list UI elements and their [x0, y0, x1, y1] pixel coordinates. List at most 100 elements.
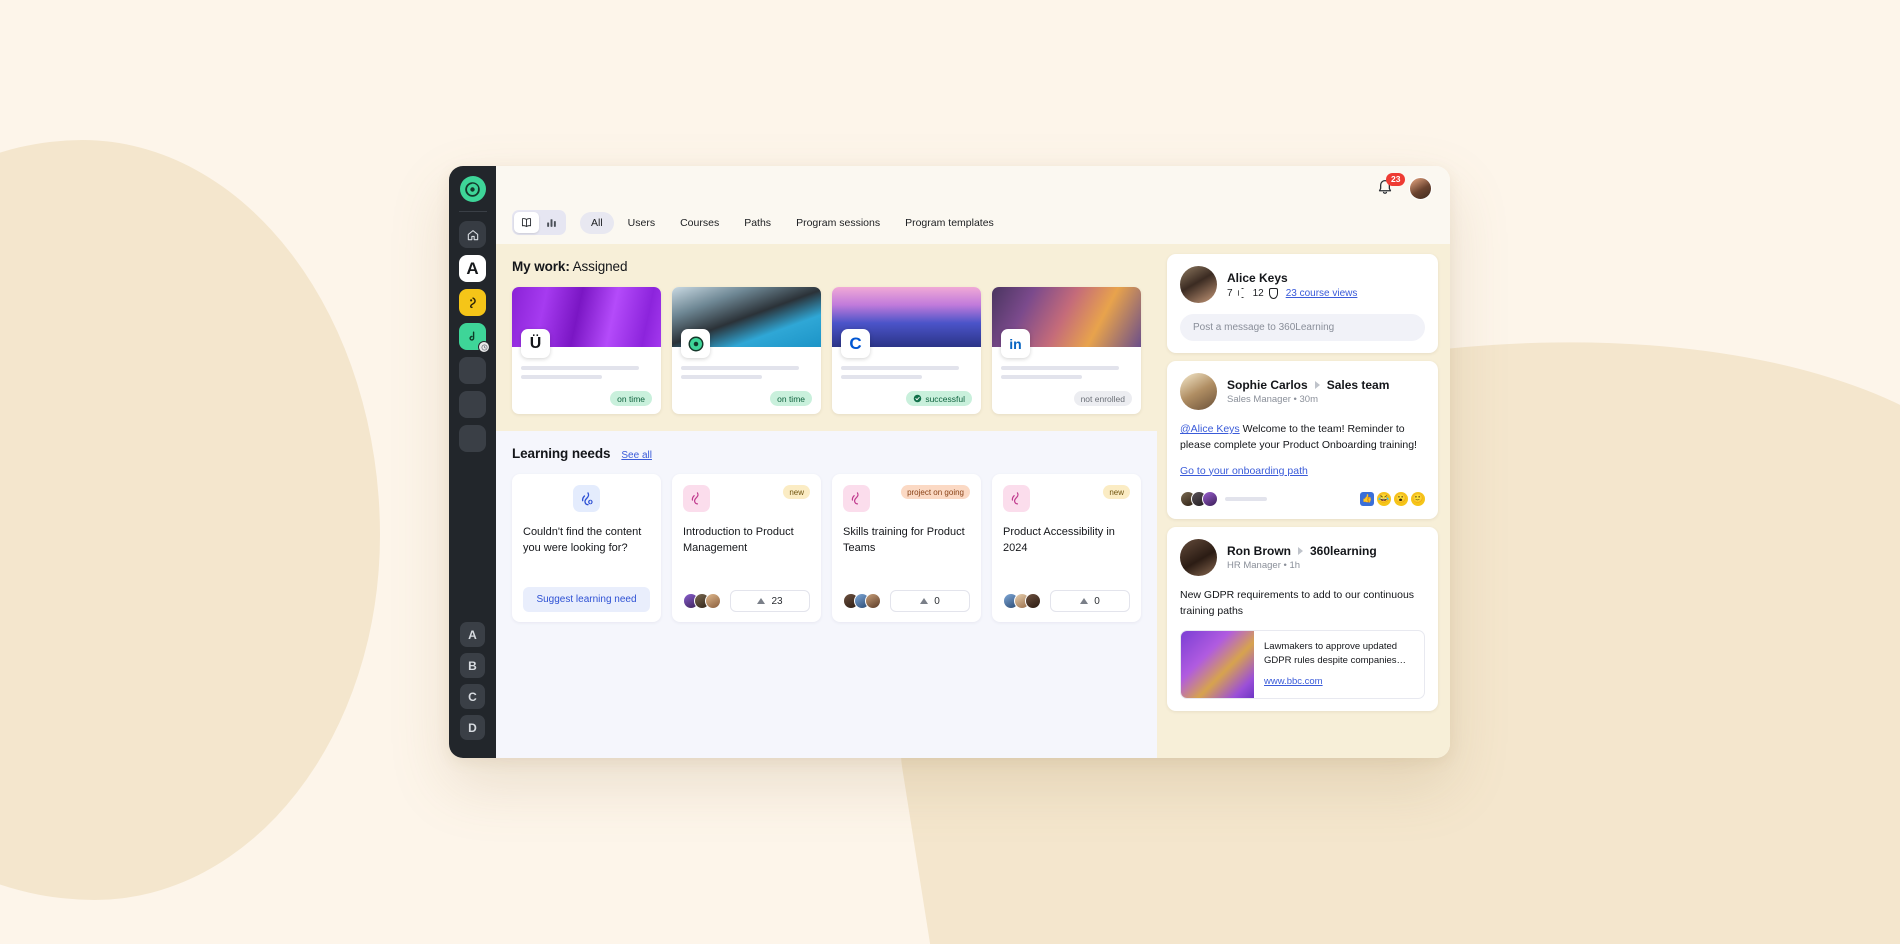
my-work-title-rest: Assigned	[569, 259, 628, 274]
tab-users[interactable]: Users	[617, 212, 666, 234]
tab-program-sessions[interactable]: Program sessions	[785, 212, 891, 234]
need-card-tag: project on going	[901, 485, 970, 499]
profile-card: Alice Keys 7 12 23 course views Post a m…	[1167, 254, 1438, 353]
tab-program-templates[interactable]: Program templates	[894, 212, 1005, 234]
suggest-learning-need-card[interactable]: Couldn't find the content you were looki…	[512, 474, 661, 622]
course-logo-label: in	[1009, 335, 1022, 352]
course-card[interactable]: Ü on time	[512, 287, 661, 414]
sidebar-bottom-label: B	[468, 658, 477, 673]
sidebar-item-workspace-green[interactable]	[459, 323, 490, 353]
tab-courses[interactable]: Courses	[669, 212, 730, 234]
sidebar-item-workspace-yellow[interactable]	[459, 289, 486, 316]
post-role-time: Sales Manager • 30m	[1227, 394, 1318, 405]
flame-glyph-icon	[1011, 492, 1019, 505]
surprised-reaction-icon[interactable]: 😮	[1394, 491, 1408, 506]
post-message-input[interactable]: Post a message to 360Learning	[1180, 314, 1425, 341]
my-work-title: My work: Assigned	[512, 259, 1141, 274]
need-card-top: new	[683, 485, 810, 512]
need-card-top: project on going	[843, 485, 970, 512]
course-logo-label: Ü	[529, 334, 542, 352]
link-preview-card[interactable]: Lawmakers to approve updated GDPR rules …	[1180, 630, 1425, 699]
skeleton-line	[521, 375, 603, 379]
sidebar-item-empty-1[interactable]	[459, 357, 486, 384]
sidebar-bottom-label: C	[468, 689, 477, 704]
caret-up-icon	[920, 598, 929, 604]
course-card[interactable]: on time	[672, 287, 821, 414]
avatar	[1202, 490, 1218, 507]
caret-up-icon	[1080, 598, 1089, 604]
laugh-reaction-icon[interactable]: 😂	[1377, 491, 1391, 506]
course-views-link[interactable]: 23 course views	[1286, 288, 1358, 299]
need-card-tag: new	[1103, 485, 1130, 499]
shield-badge-icon	[1268, 287, 1278, 299]
book-view-button[interactable]	[514, 212, 539, 233]
view-toggle-group	[512, 210, 566, 235]
course-logo-label: C	[849, 333, 862, 353]
avatar[interactable]	[1180, 373, 1217, 410]
skeleton-line	[1001, 375, 1083, 379]
avatar[interactable]	[1409, 176, 1432, 200]
avatar-stack	[1003, 593, 1041, 609]
avatar-stack	[843, 593, 881, 609]
course-card[interactable]: C successful	[832, 287, 981, 414]
status-row: not enrolled	[1001, 384, 1132, 406]
tab-paths[interactable]: Paths	[733, 212, 782, 234]
need-card-title: Couldn't find the content you were looki…	[523, 526, 642, 554]
need-card-title: Product Accessibility in 2024	[1003, 526, 1115, 554]
need-card-tag: new	[783, 485, 810, 499]
avatar-stack	[1180, 490, 1218, 507]
see-all-link[interactable]: See all	[621, 450, 652, 461]
reaction-emoji-group[interactable]: 👍 😂 😮 🙂	[1360, 491, 1425, 506]
learning-need-card[interactable]: project on going Skills training for Pro…	[832, 474, 981, 622]
reaction-avatars	[1180, 490, 1267, 507]
sidebar-bottom-item-b[interactable]: B	[460, 653, 485, 678]
logo-glyph-icon	[688, 336, 703, 351]
upvote-button[interactable]: 23	[730, 590, 810, 612]
notifications-button[interactable]: 23	[1376, 173, 1406, 198]
learning-needs-title-text: Learning needs	[512, 446, 611, 461]
avatar[interactable]	[1180, 266, 1217, 303]
avatar-stack	[683, 593, 721, 609]
need-card-footer: 0	[1003, 580, 1130, 612]
sidebar-bottom-item-c[interactable]: C	[460, 684, 485, 709]
avatar[interactable]	[1180, 538, 1217, 576]
skeleton-line	[1001, 366, 1119, 370]
link-preview-url[interactable]: www.bbc.com	[1264, 676, 1323, 687]
course-card[interactable]: in not enrolled	[992, 287, 1141, 414]
sidebar-item-empty-3[interactable]	[459, 425, 486, 452]
linkedin-logo-icon: in	[1001, 329, 1030, 358]
sidebar-item-empty-2[interactable]	[459, 391, 486, 418]
sidebar-item-home[interactable]	[459, 221, 486, 248]
need-card-footer: 23	[683, 580, 810, 612]
user-mention-link[interactable]: @Alice Keys	[1180, 423, 1240, 435]
onboarding-path-link[interactable]: Go to your onboarding path	[1180, 465, 1308, 477]
link-preview-title: Lawmakers to approve updated GDPR rules …	[1264, 641, 1407, 667]
reaction-placeholder-bar	[1225, 496, 1267, 501]
flame-icon	[1003, 485, 1030, 512]
smile-reaction-icon[interactable]: 🙂	[1411, 491, 1425, 506]
suggest-learning-need-button[interactable]: Suggest learning need	[523, 587, 650, 612]
360learning-logo-icon	[681, 329, 710, 358]
learning-need-card[interactable]: new Product Accessibility in 2024 0	[992, 474, 1141, 622]
sidebar-item-workspace-a[interactable]: A	[459, 255, 486, 282]
app-tile-icon	[469, 297, 476, 309]
chart-view-button[interactable]	[539, 212, 564, 233]
learning-need-card[interactable]: new Introduction to Product Management 2…	[672, 474, 821, 622]
udemy-logo-icon: Ü	[521, 329, 550, 358]
thumbs-up-reaction-icon[interactable]: 👍	[1360, 491, 1374, 506]
post-author-name-line: Sophie Carlos Sales team	[1227, 378, 1389, 392]
sidebar-bottom-item-d[interactable]: D	[460, 715, 485, 740]
post-author-name: Ron Brown	[1227, 543, 1291, 558]
background-blob-left	[0, 140, 380, 900]
need-card-footer: 0	[843, 580, 970, 612]
tab-all[interactable]: All	[580, 211, 614, 234]
learning-needs-section: Learning needs See all Couldn't find the…	[496, 431, 1157, 758]
course-thumbnail: C	[832, 287, 981, 358]
skeleton-line	[681, 366, 799, 370]
360learning-logo-icon[interactable]	[459, 176, 486, 202]
flame-plus-glyph-icon	[581, 491, 593, 505]
chevron-right-icon	[1314, 381, 1320, 389]
upvote-button[interactable]: 0	[890, 590, 970, 612]
upvote-button[interactable]: 0	[1050, 590, 1130, 612]
sidebar-bottom-item-a[interactable]: A	[460, 622, 485, 647]
